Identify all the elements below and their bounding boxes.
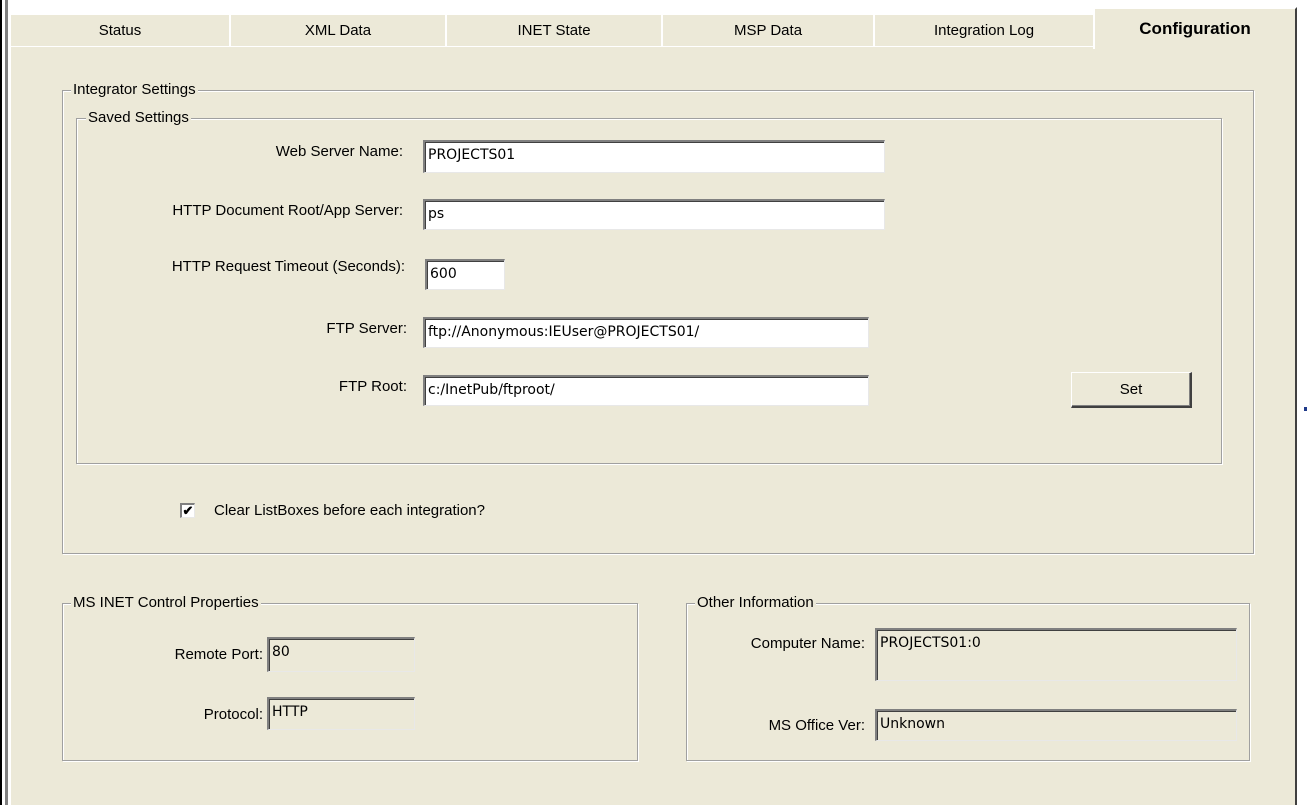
doc-root-label: HTTP Document Root/App Server: xyxy=(172,202,403,219)
tab-inet-state[interactable]: INET State xyxy=(445,13,663,46)
inet-properties-title: MS INET Control Properties xyxy=(71,594,261,612)
computer-name-field: PROJECTS01:0 xyxy=(875,628,1237,681)
office-ver-field: Unknown xyxy=(875,709,1237,741)
panel-edge-marker xyxy=(1304,407,1307,411)
ftp-server-input[interactable]: ftp://Anonymous:IEUser@PROJECTS01/ xyxy=(423,317,869,348)
tab-integration-log[interactable]: Integration Log xyxy=(873,13,1095,46)
ftp-server-label: FTP Server: xyxy=(326,320,407,337)
integrator-settings-title: Integrator Settings xyxy=(71,81,198,99)
tab-label: Integration Log xyxy=(933,22,1035,39)
window-left-bevel xyxy=(5,0,8,805)
other-information-title: Other Information xyxy=(695,594,816,612)
timeout-label: HTTP Request Timeout (Seconds): xyxy=(171,258,405,275)
tab-label: MSP Data xyxy=(733,22,803,39)
set-button[interactable]: Set xyxy=(1071,372,1192,408)
clear-listboxes-checkbox[interactable]: ✔ xyxy=(180,503,195,518)
saved-settings-title: Saved Settings xyxy=(86,109,191,127)
tab-label: INET State xyxy=(517,22,591,39)
computer-name-label: Computer Name: xyxy=(750,635,865,652)
tab-label: Status xyxy=(98,22,142,39)
tab-label: XML Data xyxy=(304,22,372,39)
check-mark-icon: ✔ xyxy=(182,503,194,518)
timeout-input[interactable]: 600 xyxy=(425,259,505,290)
clear-listboxes-label[interactable]: Clear ListBoxes before each integration? xyxy=(214,502,485,520)
ftp-root-input[interactable]: c:/InetPub/ftproot/ xyxy=(423,375,869,406)
tab-status[interactable]: Status xyxy=(9,13,231,46)
ftp-root-label: FTP Root: xyxy=(338,378,407,395)
configuration-panel: Integrator Settings Saved Settings Web S… xyxy=(9,47,1297,805)
remote-port-field: 80 xyxy=(267,637,415,672)
web-server-input[interactable]: PROJECTS01 xyxy=(423,140,885,173)
protocol-field: HTTP xyxy=(267,697,415,730)
tab-label: Configuration xyxy=(1139,19,1251,38)
doc-root-input[interactable]: ps xyxy=(423,199,885,230)
tab-xml-data[interactable]: XML Data xyxy=(229,13,447,46)
set-button-label: Set xyxy=(1119,381,1143,398)
office-ver-label: MS Office Ver: xyxy=(768,717,865,734)
web-server-label: Web Server Name: xyxy=(275,143,403,160)
tab-configuration[interactable]: Configuration xyxy=(1093,7,1297,49)
window-left-edge xyxy=(0,0,2,805)
protocol-label: Protocol: xyxy=(203,706,263,723)
inet-properties-group xyxy=(62,603,638,761)
remote-port-label: Remote Port: xyxy=(174,646,263,663)
tab-msp-data[interactable]: MSP Data xyxy=(661,13,875,46)
